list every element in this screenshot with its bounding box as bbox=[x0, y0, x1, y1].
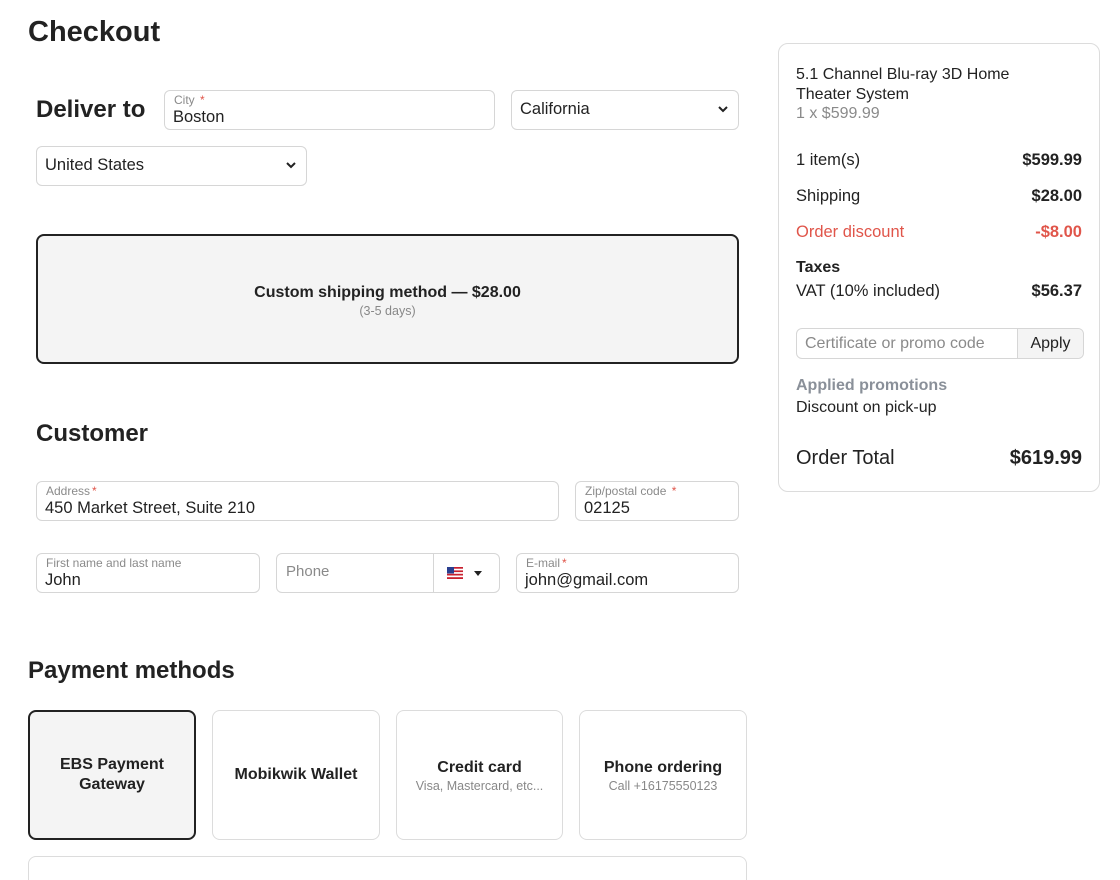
order-total-label: Order Total bbox=[796, 447, 895, 469]
payment-option-sub: Call +16175550123 bbox=[608, 778, 718, 793]
name-label: First name and last name bbox=[46, 556, 182, 570]
chevron-down-icon bbox=[286, 162, 296, 169]
vat-row: VAT (10% included) $56.37 bbox=[796, 282, 1082, 301]
customer-heading: Customer bbox=[36, 420, 149, 447]
order-total-value: $619.99 bbox=[1009, 447, 1082, 469]
payment-option-phone-ordering[interactable]: Phone ordering Call +16175550123 bbox=[579, 710, 747, 840]
payment-option-name: EBS Payment Gateway bbox=[59, 756, 165, 793]
zip-label: Zip/postal code * bbox=[585, 484, 677, 498]
shipping-value: $28.00 bbox=[1031, 187, 1082, 205]
address-field[interactable]: Address * 450 Market Street, Suite 210 bbox=[36, 481, 559, 521]
country-value: United States bbox=[45, 156, 145, 174]
page-title: Checkout bbox=[28, 16, 161, 48]
taxes-heading: Taxes bbox=[796, 259, 841, 276]
shipping-method-label: Custom shipping method — $28.00 bbox=[254, 284, 521, 301]
items-row: 1 item(s) $599.99 bbox=[796, 151, 1082, 170]
deliver-to-heading: Deliver to bbox=[36, 96, 146, 123]
payment-option-name: Phone ordering bbox=[603, 758, 723, 776]
order-summary: 5.1 Channel Blu-ray 3D Home Theater Syst… bbox=[778, 43, 1100, 492]
shipping-label: Shipping bbox=[796, 187, 861, 205]
items-label: 1 item(s) bbox=[796, 151, 861, 169]
zip-value: 02125 bbox=[584, 499, 630, 517]
city-value: Boston bbox=[173, 108, 225, 126]
product-qty-price: 1 x $599.99 bbox=[796, 105, 880, 122]
promotion-item: Discount on pick-up bbox=[796, 399, 937, 416]
order-total-row: Order Total $619.99 bbox=[796, 447, 1082, 470]
promo-code-input[interactable]: Certificate or promo code bbox=[797, 329, 1018, 358]
payment-option-name: Mobikwik Wallet bbox=[234, 766, 358, 783]
applied-promotions-heading: Applied promotions bbox=[796, 377, 948, 394]
state-value: California bbox=[520, 100, 590, 118]
vat-label: VAT (10% included) bbox=[796, 282, 940, 300]
items-value: $599.99 bbox=[1022, 151, 1082, 169]
payment-option-name: Credit card bbox=[437, 758, 522, 776]
vat-value: $56.37 bbox=[1031, 282, 1082, 300]
city-field[interactable]: City * Boston bbox=[164, 90, 495, 130]
payment-option-sub: Visa, Mastercard, etc... bbox=[415, 778, 544, 793]
payment-option-credit-card[interactable]: Credit card Visa, Mastercard, etc... bbox=[396, 710, 563, 840]
phone-field[interactable]: Phone bbox=[276, 553, 500, 593]
phone-placeholder: Phone bbox=[286, 563, 330, 580]
payment-details-panel bbox=[28, 856, 747, 880]
apply-button[interactable]: Apply bbox=[1018, 329, 1083, 358]
city-label: City * bbox=[174, 93, 205, 107]
shipping-row: Shipping $28.00 bbox=[796, 187, 1082, 206]
state-select[interactable]: California bbox=[511, 90, 739, 130]
us-flag-icon bbox=[447, 567, 463, 579]
country-select[interactable]: United States bbox=[36, 146, 307, 186]
email-field[interactable]: E-mail * john@gmail.com bbox=[516, 553, 739, 593]
country-code-picker[interactable] bbox=[434, 554, 500, 592]
promo-code-group: Certificate or promo code Apply bbox=[796, 328, 1084, 359]
shipping-eta: (3-5 days) bbox=[359, 304, 416, 318]
email-label: E-mail * bbox=[526, 556, 567, 570]
payment-methods-heading: Payment methods bbox=[28, 657, 235, 684]
discount-row: Order discount -$8.00 bbox=[796, 223, 1082, 242]
name-value: John bbox=[45, 571, 81, 589]
name-field[interactable]: First name and last name John bbox=[36, 553, 260, 593]
caret-down-icon bbox=[474, 571, 482, 576]
chevron-down-icon bbox=[718, 106, 728, 113]
payment-option-mobikwik[interactable]: Mobikwik Wallet bbox=[212, 710, 380, 840]
payment-option-ebs[interactable]: EBS Payment Gateway bbox=[28, 710, 196, 840]
discount-value: -$8.00 bbox=[1035, 223, 1082, 241]
email-value: john@gmail.com bbox=[525, 571, 649, 589]
zip-field[interactable]: Zip/postal code * 02125 bbox=[575, 481, 739, 521]
shipping-method-option[interactable]: Custom shipping method — $28.00 (3-5 day… bbox=[36, 234, 739, 364]
address-value: 450 Market Street, Suite 210 bbox=[45, 499, 256, 517]
discount-label: Order discount bbox=[796, 223, 905, 241]
product-name: 5.1 Channel Blu-ray 3D Home Theater Syst… bbox=[796, 66, 1010, 103]
address-label: Address * bbox=[46, 484, 97, 498]
